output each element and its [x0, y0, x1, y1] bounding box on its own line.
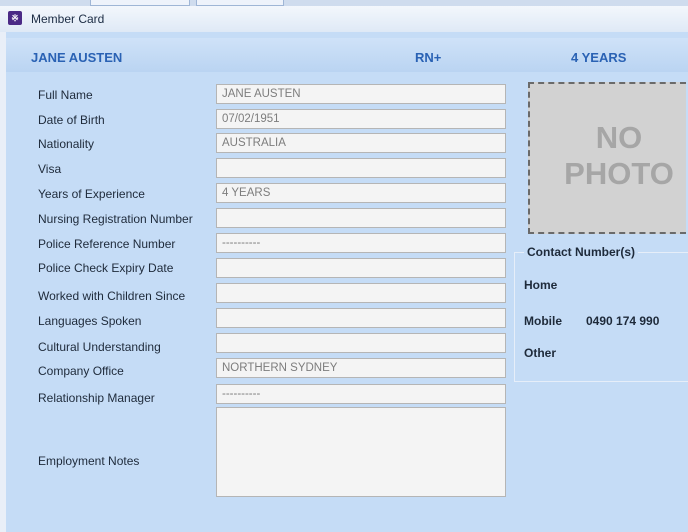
- full-name-field[interactable]: JANE AUSTEN: [216, 84, 506, 104]
- window-title: Member Card: [31, 12, 105, 26]
- employment-notes-field[interactable]: [216, 407, 506, 497]
- police-expiry-field[interactable]: [216, 258, 506, 278]
- company-office-field[interactable]: NORTHERN SYDNEY: [216, 358, 506, 378]
- contact-mobile-value: 0490 174 990: [586, 314, 660, 328]
- police-reference-label: Police Reference Number: [38, 237, 176, 251]
- date-of-birth-label: Date of Birth: [38, 113, 105, 127]
- worked-children-label: Worked with Children Since: [38, 289, 186, 303]
- years-experience-field[interactable]: 4 YEARS: [216, 183, 506, 203]
- contact-other-label: Other: [524, 346, 557, 360]
- contact-home-label: Home: [524, 278, 558, 292]
- visa-label: Visa: [38, 162, 62, 176]
- cultural-label: Cultural Understanding: [38, 340, 161, 354]
- company-office-label: Company Office: [38, 364, 124, 378]
- police-reference-field[interactable]: ----------: [216, 233, 506, 253]
- photo-line-2: PHOTO: [564, 156, 674, 191]
- visa-field[interactable]: [216, 158, 506, 178]
- people-icon: ※: [8, 11, 22, 25]
- relationship-manager-field[interactable]: ----------: [216, 384, 506, 404]
- member-header: JANE AUSTEN RN+ 4 YEARS: [6, 38, 688, 72]
- worked-children-field[interactable]: [216, 283, 506, 303]
- photo-line-1: NO: [595, 120, 643, 155]
- member-qualification: RN+: [415, 50, 442, 65]
- member-name: JANE AUSTEN: [31, 50, 123, 65]
- nationality-field[interactable]: AUSTRALIA: [216, 133, 506, 153]
- photo-placeholder[interactable]: NO PHOTO: [528, 82, 686, 234]
- nursing-registration-label: Nursing Registration Number: [38, 212, 193, 226]
- full-name-label: Full Name: [38, 88, 93, 102]
- employment-notes-label: Employment Notes: [38, 454, 140, 468]
- nursing-registration-field[interactable]: [216, 208, 506, 228]
- police-expiry-label: Police Check Expiry Date: [38, 261, 174, 275]
- contact-numbers-legend: Contact Number(s): [524, 245, 639, 259]
- cultural-field[interactable]: [216, 333, 506, 353]
- languages-field[interactable]: [216, 308, 506, 328]
- member-experience: 4 YEARS: [571, 50, 627, 65]
- title-bar: ※ Member Card: [0, 6, 688, 33]
- nationality-label: Nationality: [38, 137, 95, 151]
- date-of-birth-field[interactable]: 07/02/1951: [216, 109, 506, 129]
- contact-mobile-label: Mobile: [524, 314, 562, 328]
- languages-label: Languages Spoken: [38, 314, 142, 328]
- relationship-manager-label: Relationship Manager: [38, 391, 155, 405]
- years-experience-label: Years of Experience: [38, 187, 145, 201]
